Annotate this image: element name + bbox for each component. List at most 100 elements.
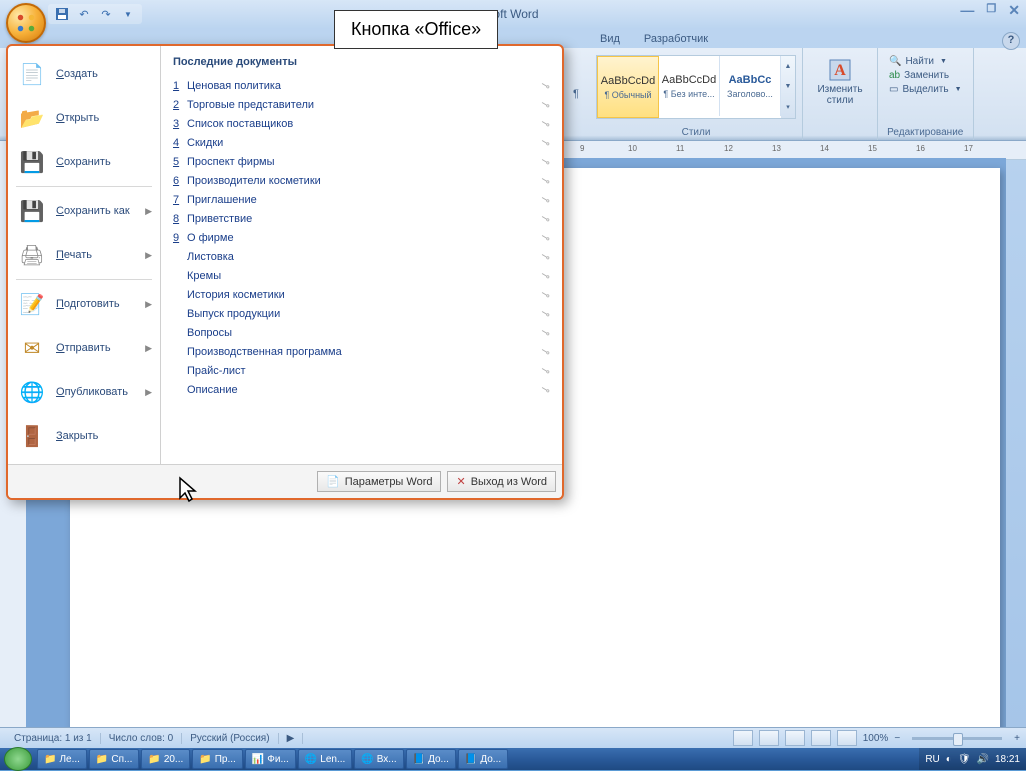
tray-clock[interactable]: 18:21 — [995, 754, 1020, 765]
recent-document[interactable]: Описание⊸ — [161, 380, 562, 399]
view-draft[interactable] — [837, 730, 857, 746]
recent-document[interactable]: Вопросы⊸ — [161, 323, 562, 342]
save-icon[interactable] — [54, 6, 70, 22]
style-no-spacing[interactable]: AaBbCcDd¶ Без инте... — [659, 56, 720, 116]
taskbar-item[interactable]: 📘До... — [458, 749, 508, 769]
menu-открыть[interactable]: 📂Открыть — [8, 96, 160, 140]
pin-icon[interactable]: ⊸ — [538, 154, 552, 170]
style-gallery[interactable]: AaBbCcDd¶ Обычный AaBbCcDd¶ Без инте... … — [596, 55, 796, 119]
undo-icon[interactable]: ↶ — [76, 6, 92, 22]
view-full-screen[interactable] — [759, 730, 779, 746]
view-outline[interactable] — [811, 730, 831, 746]
recent-document[interactable]: 1Ценовая политика⊸ — [161, 76, 562, 95]
menu-подготовить[interactable]: 📝Подготовить▶ — [8, 282, 160, 326]
help-icon[interactable]: ? — [1002, 32, 1020, 50]
pin-icon[interactable]: ⊸ — [538, 363, 552, 379]
pin-icon[interactable]: ⊸ — [538, 306, 552, 322]
pin-icon[interactable]: ⊸ — [538, 78, 552, 94]
menu-icon: 📝 — [18, 290, 46, 318]
tab-developer[interactable]: Разработчик — [632, 30, 720, 48]
office-button[interactable] — [6, 3, 46, 43]
recent-document[interactable]: 2Торговые представители⊸ — [161, 95, 562, 114]
zoom-level[interactable]: 100% — [863, 733, 889, 744]
taskbar-item[interactable]: 📘До... — [406, 749, 456, 769]
view-print-layout[interactable] — [733, 730, 753, 746]
maximize-button[interactable]: ❐ — [986, 2, 996, 19]
exit-word-button[interactable]: ✕Выход из Word — [447, 471, 556, 492]
recent-document[interactable]: 7Приглашение⊸ — [161, 190, 562, 209]
zoom-in-button[interactable]: + — [1014, 733, 1020, 744]
select-icon: ▭ — [889, 84, 898, 95]
menu-сохранить[interactable]: 💾Сохранить — [8, 140, 160, 184]
tray-icon[interactable]: ◐ — [946, 754, 952, 765]
paragraph-mark-icon[interactable]: ¶ — [562, 48, 590, 140]
tray-lang[interactable]: RU — [925, 754, 939, 765]
recent-document[interactable]: 9О фирме⊸ — [161, 228, 562, 247]
pin-icon[interactable]: ⊸ — [538, 230, 552, 246]
pin-icon[interactable]: ⊸ — [538, 382, 552, 398]
recent-document[interactable]: Выпуск продукции⊸ — [161, 304, 562, 323]
recent-document[interactable]: История косметики⊸ — [161, 285, 562, 304]
recent-document[interactable]: Производственная программа⊸ — [161, 342, 562, 361]
minimize-button[interactable]: ― — [960, 2, 974, 19]
menu-icon: 🖨 — [18, 241, 46, 269]
taskbar-item[interactable]: 🌐Вх... — [354, 749, 403, 769]
status-words[interactable]: Число слов: 0 — [101, 733, 182, 744]
menu-опубликовать[interactable]: 🌐Опубликовать▶ — [8, 370, 160, 414]
pin-icon[interactable]: ⊸ — [538, 325, 552, 341]
tray-volume-icon[interactable]: 🔊 — [977, 754, 989, 765]
pin-icon[interactable]: ⊸ — [538, 116, 552, 132]
pin-icon[interactable]: ⊸ — [538, 97, 552, 113]
recent-document[interactable]: Листовка⊸ — [161, 247, 562, 266]
view-web[interactable] — [785, 730, 805, 746]
qat-dropdown-icon[interactable]: ▼ — [120, 6, 136, 22]
taskbar-item[interactable]: 🌐Len... — [298, 749, 352, 769]
pin-icon[interactable]: ⊸ — [538, 344, 552, 360]
pin-icon[interactable]: ⊸ — [538, 192, 552, 208]
status-macro-icon[interactable]: ▶ — [279, 733, 304, 744]
menu-icon: 🌐 — [18, 378, 46, 406]
close-button[interactable]: ✕ — [1008, 2, 1020, 19]
pin-icon[interactable]: ⊸ — [538, 287, 552, 303]
taskbar-item[interactable]: 📁Пр... — [192, 749, 243, 769]
status-language[interactable]: Русский (Россия) — [182, 733, 278, 744]
replace-button[interactable]: abЗаменить — [886, 69, 965, 82]
style-gallery-more[interactable]: ▲▼▾ — [781, 56, 795, 118]
recent-document[interactable]: 3Список поставщиков⊸ — [161, 114, 562, 133]
title-bar: ↶ ↷ ▼ soft Word ― ❐ ✕ — [0, 0, 1026, 28]
select-button[interactable]: ▭Выделить▼ — [886, 83, 965, 96]
styles-group: AaBbCcDd¶ Обычный AaBbCcDd¶ Без инте... … — [590, 48, 803, 140]
menu-создать[interactable]: 📄Создать — [8, 52, 160, 96]
taskbar-item[interactable]: 📁Сп... — [89, 749, 139, 769]
recent-document[interactable]: 4Скидки⊸ — [161, 133, 562, 152]
start-button[interactable] — [4, 747, 32, 771]
menu-отправить[interactable]: ✉Отправить▶ — [8, 326, 160, 370]
word-options-button[interactable]: 📄Параметры Word — [317, 471, 441, 492]
recent-document[interactable]: 8Приветствие⊸ — [161, 209, 562, 228]
recent-document[interactable]: 6Производители косметики⊸ — [161, 171, 562, 190]
menu-печать[interactable]: 🖨Печать▶ — [8, 233, 160, 277]
status-page[interactable]: Страница: 1 из 1 — [6, 733, 101, 744]
pin-icon[interactable]: ⊸ — [538, 135, 552, 151]
zoom-slider[interactable] — [912, 737, 1002, 740]
recent-document[interactable]: Кремы⊸ — [161, 266, 562, 285]
tray-icon[interactable]: 🛡 — [958, 754, 971, 765]
taskbar-item[interactable]: 📁Ле... — [37, 749, 87, 769]
menu-сохранить-как[interactable]: 💾Сохранить как▶ — [8, 189, 160, 233]
taskbar-item[interactable]: 📁20... — [141, 749, 190, 769]
tab-view[interactable]: Вид — [588, 30, 632, 48]
change-styles-button[interactable]: A Изменить стили — [809, 52, 871, 110]
recent-document[interactable]: 5Проспект фирмы⊸ — [161, 152, 562, 171]
pin-icon[interactable]: ⊸ — [538, 268, 552, 284]
pin-icon[interactable]: ⊸ — [538, 211, 552, 227]
pin-icon[interactable]: ⊸ — [538, 249, 552, 265]
menu-закрыть[interactable]: 🚪Закрыть — [8, 414, 160, 458]
recent-document[interactable]: Прайс-лист⊸ — [161, 361, 562, 380]
find-button[interactable]: 🔍Найти▼ — [886, 55, 965, 68]
style-heading[interactable]: AaBbCcЗаголово... — [720, 56, 781, 116]
zoom-out-button[interactable]: − — [894, 733, 900, 744]
pin-icon[interactable]: ⊸ — [538, 173, 552, 189]
style-normal[interactable]: AaBbCcDd¶ Обычный — [597, 56, 659, 118]
redo-icon[interactable]: ↷ — [98, 6, 114, 22]
taskbar-item[interactable]: 📊Фи... — [245, 749, 296, 769]
